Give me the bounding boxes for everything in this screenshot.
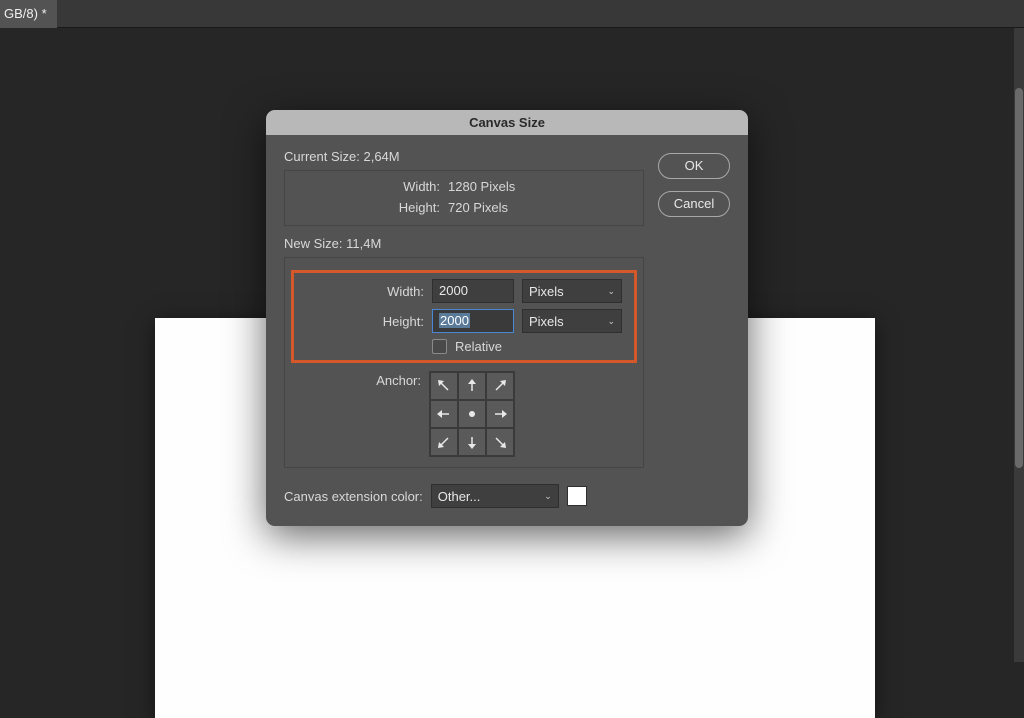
- new-width-label: Width:: [302, 284, 424, 299]
- anchor-s[interactable]: [458, 428, 486, 456]
- highlight-annotation: Width: 2000 Pixels ⌄ Height: 2000 Pixels…: [291, 270, 637, 363]
- anchor-ne[interactable]: [486, 372, 514, 400]
- width-unit-select[interactable]: Pixels ⌄: [522, 279, 622, 303]
- relative-checkbox[interactable]: [432, 339, 447, 354]
- document-tab[interactable]: GB/8) *: [0, 0, 57, 28]
- new-size-box: Width: 2000 Pixels ⌄ Height: 2000 Pixels…: [284, 257, 644, 468]
- new-height-label: Height:: [302, 314, 424, 329]
- ok-button[interactable]: OK: [658, 153, 730, 179]
- anchor-sw[interactable]: [430, 428, 458, 456]
- current-height-value: 720 Pixels: [448, 200, 508, 215]
- canvas-size-dialog: Canvas Size OK Cancel Current Size: 2,64…: [266, 110, 748, 526]
- chevron-down-icon: ⌄: [607, 316, 615, 327]
- extension-color-label: Canvas extension color:: [284, 489, 423, 504]
- dialog-title: Canvas Size: [266, 110, 748, 135]
- cancel-button[interactable]: Cancel: [658, 191, 730, 217]
- current-size-box: Width: 1280 Pixels Height: 720 Pixels: [284, 170, 644, 226]
- chevron-down-icon: ⌄: [607, 286, 615, 297]
- anchor-nw[interactable]: [430, 372, 458, 400]
- current-size-label: Current Size: 2,64M: [284, 149, 644, 164]
- height-input[interactable]: 2000: [432, 309, 514, 333]
- extension-color-swatch[interactable]: [567, 486, 587, 506]
- anchor-grid: [429, 371, 515, 457]
- scrollbar-thumb[interactable]: [1015, 88, 1023, 468]
- anchor-center[interactable]: [458, 400, 486, 428]
- anchor-w[interactable]: [430, 400, 458, 428]
- chevron-down-icon: ⌄: [544, 491, 552, 502]
- current-width-value: 1280 Pixels: [448, 179, 515, 194]
- height-unit-select[interactable]: Pixels ⌄: [522, 309, 622, 333]
- tab-label: GB/8) *: [4, 6, 47, 21]
- current-height-label: Height:: [295, 200, 440, 215]
- anchor-n[interactable]: [458, 372, 486, 400]
- current-width-label: Width:: [295, 179, 440, 194]
- relative-label: Relative: [455, 339, 502, 354]
- vertical-scrollbar[interactable]: [1014, 28, 1024, 662]
- extension-color-select[interactable]: Other... ⌄: [431, 484, 559, 508]
- anchor-e[interactable]: [486, 400, 514, 428]
- width-input[interactable]: 2000: [432, 279, 514, 303]
- anchor-se[interactable]: [486, 428, 514, 456]
- tab-bar: GB/8) *: [0, 0, 1024, 28]
- new-size-label: New Size: 11,4M: [284, 236, 644, 251]
- anchor-label: Anchor:: [291, 371, 421, 388]
